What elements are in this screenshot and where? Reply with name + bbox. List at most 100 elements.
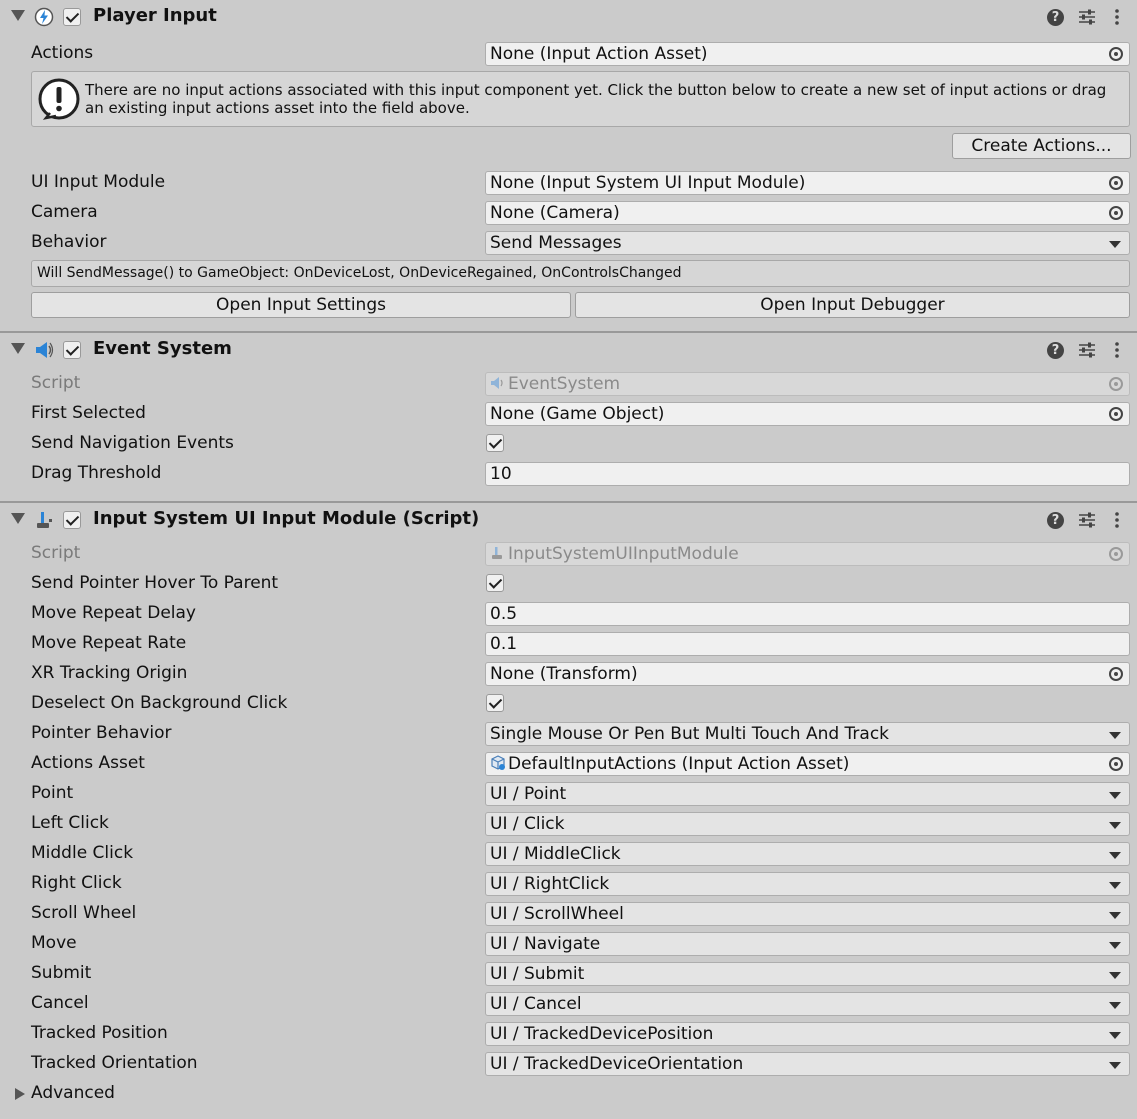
deselect-row: Deselect On Background Click	[0, 689, 1137, 719]
binding-label: Right Click	[31, 873, 122, 893]
behavior-row: Behavior Send Messages	[0, 228, 1137, 258]
presets-icon[interactable]	[1078, 8, 1096, 26]
presets-icon[interactable]	[1078, 511, 1096, 529]
hover-to-parent-checkbox[interactable]	[486, 574, 504, 592]
open-input-debugger-button[interactable]: Open Input Debugger	[575, 292, 1130, 318]
binding-row: Submit UI / Submit	[0, 959, 1137, 989]
object-picker-icon[interactable]	[1109, 407, 1123, 421]
ui-input-module-component: Input System UI Input Module (Script) ? …	[0, 503, 1137, 1119]
binding-dropdown[interactable]: UI / MiddleClick	[485, 842, 1130, 866]
script-icon	[492, 547, 502, 559]
object-picker-icon	[1109, 547, 1123, 561]
move-repeat-rate-input[interactable]: 0.1	[485, 632, 1130, 656]
dropdown-arrow-icon	[1109, 822, 1121, 829]
binding-dropdown[interactable]: UI / Submit	[485, 962, 1130, 986]
ui-input-module-row: UI Input Module None (Input System UI In…	[0, 168, 1137, 198]
object-picker-icon[interactable]	[1109, 176, 1123, 190]
binding-label: Scroll Wheel	[31, 903, 137, 923]
camera-value: None (Camera)	[490, 203, 620, 223]
script-row: Script EventSystem	[0, 369, 1137, 399]
binding-value: UI / Point	[490, 784, 567, 804]
binding-dropdown[interactable]: UI / Cancel	[485, 992, 1130, 1016]
ui-input-module-field[interactable]: None (Input System UI Input Module)	[485, 171, 1130, 195]
object-picker-icon[interactable]	[1109, 206, 1123, 220]
hover-to-parent-row: Send Pointer Hover To Parent	[0, 569, 1137, 599]
joystick-icon	[37, 512, 52, 528]
binding-row: Left Click UI / Click	[0, 809, 1137, 839]
presets-icon[interactable]	[1078, 341, 1096, 359]
drag-threshold-input[interactable]: 10	[485, 462, 1130, 486]
object-picker-icon[interactable]	[1109, 667, 1123, 681]
foldout-arrow-icon[interactable]	[11, 513, 25, 524]
component-header[interactable]: Player Input ?	[0, 0, 1137, 34]
send-navigation-row: Send Navigation Events	[0, 429, 1137, 459]
object-picker-icon[interactable]	[1109, 47, 1123, 61]
hover-to-parent-label: Send Pointer Hover To Parent	[31, 573, 279, 593]
binding-dropdown[interactable]: UI / RightClick	[485, 872, 1130, 896]
binding-dropdown[interactable]: UI / Click	[485, 812, 1130, 836]
behavior-info-box: Will SendMessage() to GameObject: OnDevi…	[31, 260, 1130, 287]
pointer-behavior-dropdown[interactable]: Single Mouse Or Pen But Multi Touch And …	[485, 722, 1130, 746]
ui-input-module-label: UI Input Module	[31, 172, 166, 192]
binding-value: UI / MiddleClick	[490, 844, 621, 864]
object-picker-icon	[1109, 377, 1123, 391]
camera-row: Camera None (Camera)	[0, 198, 1137, 228]
help-icon[interactable]: ?	[1047, 512, 1064, 529]
behavior-dropdown[interactable]: Send Messages	[485, 231, 1130, 255]
camera-label: Camera	[31, 202, 98, 222]
first-selected-field[interactable]: None (Game Object)	[485, 402, 1130, 426]
move-repeat-delay-row: Move Repeat Delay 0.5	[0, 599, 1137, 629]
binding-dropdown[interactable]: UI / TrackedDeviceOrientation	[485, 1052, 1130, 1076]
binding-label: Tracked Orientation	[31, 1053, 198, 1073]
xr-tracking-origin-field[interactable]: None (Transform)	[485, 662, 1130, 686]
dropdown-arrow-icon	[1109, 942, 1121, 949]
foldout-arrow-icon[interactable]	[11, 10, 25, 21]
component-enabled-checkbox[interactable]	[63, 341, 81, 359]
foldout-arrow-icon[interactable]	[15, 1088, 25, 1100]
binding-dropdown[interactable]: UI / Point	[485, 782, 1130, 806]
dropdown-arrow-icon	[1109, 1032, 1121, 1039]
help-icon[interactable]: ?	[1047, 9, 1064, 26]
help-icon[interactable]: ?	[1047, 342, 1064, 359]
move-repeat-rate-label: Move Repeat Rate	[31, 633, 187, 653]
send-navigation-checkbox[interactable]	[486, 434, 504, 452]
binding-dropdown[interactable]: UI / Navigate	[485, 932, 1130, 956]
object-picker-icon[interactable]	[1109, 757, 1123, 771]
advanced-foldout[interactable]: Advanced	[0, 1079, 1137, 1109]
binding-dropdown[interactable]: UI / TrackedDevicePosition	[485, 1022, 1130, 1046]
actions-field[interactable]: None (Input Action Asset)	[485, 42, 1130, 66]
component-enabled-checkbox[interactable]	[63, 8, 81, 26]
actions-asset-row: Actions Asset DefaultInputActions (Input…	[0, 749, 1137, 779]
player-input-component: Player Input ? Actions None (Input Actio…	[0, 0, 1137, 331]
event-system-component: Event System ? Script EventSystem First …	[0, 333, 1137, 501]
binding-dropdown[interactable]: UI / ScrollWheel	[485, 902, 1130, 926]
binding-label: Middle Click	[31, 843, 134, 863]
dropdown-arrow-icon	[1109, 912, 1121, 919]
context-menu-icon[interactable]	[1114, 8, 1120, 26]
create-actions-button[interactable]: Create Actions...	[952, 133, 1131, 159]
binding-label: Tracked Position	[31, 1023, 168, 1043]
actions-asset-field[interactable]: DefaultInputActions (Input Action Asset)	[485, 752, 1130, 776]
behavior-value: Send Messages	[490, 233, 622, 253]
open-input-settings-button[interactable]: Open Input Settings	[31, 292, 571, 318]
script-label: Script	[31, 543, 81, 563]
context-menu-icon[interactable]	[1114, 511, 1120, 529]
binding-value: UI / RightClick	[490, 874, 610, 894]
binding-value: UI / Navigate	[490, 934, 601, 954]
binding-row: Move UI / Navigate	[0, 929, 1137, 959]
dropdown-arrow-icon	[1109, 792, 1121, 799]
drag-threshold-row: Drag Threshold 10	[0, 459, 1137, 489]
xr-tracking-origin-row: XR Tracking Origin None (Transform)	[0, 659, 1137, 689]
camera-field[interactable]: None (Camera)	[485, 201, 1130, 225]
component-header[interactable]: Input System UI Input Module (Script) ?	[0, 503, 1137, 537]
component-enabled-checkbox[interactable]	[63, 511, 81, 529]
binding-row: Cancel UI / Cancel	[0, 989, 1137, 1019]
component-header[interactable]: Event System ?	[0, 333, 1137, 367]
deselect-checkbox[interactable]	[486, 694, 504, 712]
move-repeat-delay-input[interactable]: 0.5	[485, 602, 1130, 626]
foldout-arrow-icon[interactable]	[11, 343, 25, 354]
context-menu-icon[interactable]	[1114, 341, 1120, 359]
xr-tracking-origin-label: XR Tracking Origin	[31, 663, 188, 683]
dropdown-arrow-icon	[1109, 852, 1121, 859]
binding-value: UI / Click	[490, 814, 565, 834]
